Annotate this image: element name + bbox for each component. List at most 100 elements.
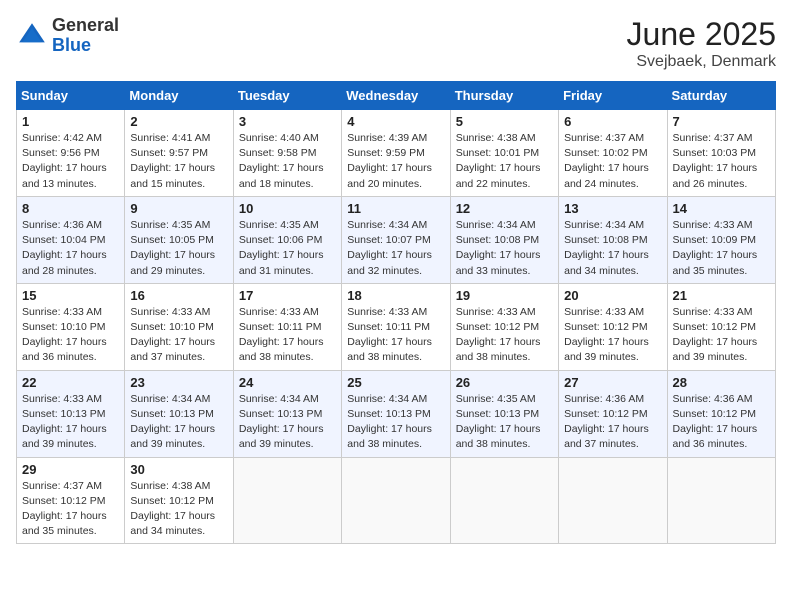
day-cell: 27 Sunrise: 4:36 AM Sunset: 10:12 PM Dayl… bbox=[559, 370, 667, 457]
day-number: 5 bbox=[456, 114, 553, 129]
day-info: Sunrise: 4:33 AM Sunset: 10:10 PM Daylig… bbox=[22, 305, 119, 366]
week-row-1: 1 Sunrise: 4:42 AM Sunset: 9:56 PM Daylig… bbox=[17, 110, 776, 197]
day-info: Sunrise: 4:35 AM Sunset: 10:05 PM Daylig… bbox=[130, 218, 227, 279]
day-info: Sunrise: 4:40 AM Sunset: 9:58 PM Dayligh… bbox=[239, 131, 336, 192]
day-cell: 23Sunrise: 4:34 AM Sunset: 10:13 PM Dayl… bbox=[125, 370, 233, 457]
title-area: June 2025 Svejbaek, Denmark bbox=[627, 16, 776, 71]
day-cell: 9Sunrise: 4:35 AM Sunset: 10:05 PM Dayli… bbox=[125, 196, 233, 283]
day-info: Sunrise: 4:35 AM Sunset: 10:06 PM Daylig… bbox=[239, 218, 336, 279]
day-info: Sunrise: 4:37 AM Sunset: 10:03 PM Daylig… bbox=[673, 131, 770, 192]
day-cell: 18 Sunrise: 4:33 AM Sunset: 10:11 PM Dayl… bbox=[342, 283, 450, 370]
day-info: Sunrise: 4:36 AM Sunset: 10:12 PM Daylig… bbox=[673, 392, 770, 453]
day-number: 6 bbox=[564, 114, 661, 129]
week-row-4: 22 Sunrise: 4:33 AM Sunset: 10:13 PM Dayl… bbox=[17, 370, 776, 457]
day-info: Sunrise: 4:33 AM Sunset: 10:10 PM Daylig… bbox=[130, 305, 227, 366]
day-number: 22 bbox=[22, 375, 119, 390]
day-info: Sunrise: 4:37 AM Sunset: 10:02 PM Daylig… bbox=[564, 131, 661, 192]
day-cell: 25 Sunrise: 4:34 AM Sunset: 10:13 PM Dayl… bbox=[342, 370, 450, 457]
day-info: Sunrise: 4:35 AM Sunset: 10:13 PM Daylig… bbox=[456, 392, 553, 453]
header: General Blue June 2025 Svejbaek, Denmark bbox=[16, 16, 776, 71]
day-info: Sunrise: 4:36 AM Sunset: 10:04 PM Daylig… bbox=[22, 218, 119, 279]
day-number: 2 bbox=[130, 114, 227, 129]
day-number: 29 bbox=[22, 462, 119, 477]
calendar-table: SundayMondayTuesdayWednesdayThursdayFrid… bbox=[16, 81, 776, 544]
day-cell bbox=[559, 457, 667, 544]
day-info: Sunrise: 4:33 AM Sunset: 10:12 PM Daylig… bbox=[673, 305, 770, 366]
day-number: 23 bbox=[130, 375, 227, 390]
logo-blue-text: Blue bbox=[52, 36, 119, 56]
day-cell: 15 Sunrise: 4:33 AM Sunset: 10:10 PM Dayl… bbox=[17, 283, 125, 370]
day-number: 26 bbox=[456, 375, 553, 390]
day-cell: 8 Sunrise: 4:36 AM Sunset: 10:04 PM Dayli… bbox=[17, 196, 125, 283]
day-cell: 11 Sunrise: 4:34 AM Sunset: 10:07 PM Dayl… bbox=[342, 196, 450, 283]
day-cell: 4 Sunrise: 4:39 AM Sunset: 9:59 PM Daylig… bbox=[342, 110, 450, 197]
day-number: 17 bbox=[239, 288, 336, 303]
day-number: 28 bbox=[673, 375, 770, 390]
day-info: Sunrise: 4:38 AM Sunset: 10:01 PM Daylig… bbox=[456, 131, 553, 192]
location-subtitle: Svejbaek, Denmark bbox=[627, 53, 776, 71]
day-number: 14 bbox=[673, 201, 770, 216]
day-info: Sunrise: 4:33 AM Sunset: 10:13 PM Daylig… bbox=[22, 392, 119, 453]
day-cell: 10Sunrise: 4:35 AM Sunset: 10:06 PM Dayl… bbox=[233, 196, 341, 283]
col-header-wednesday: Wednesday bbox=[342, 82, 450, 110]
day-info: Sunrise: 4:34 AM Sunset: 10:07 PM Daylig… bbox=[347, 218, 444, 279]
day-info: Sunrise: 4:34 AM Sunset: 10:13 PM Daylig… bbox=[347, 392, 444, 453]
week-row-3: 15 Sunrise: 4:33 AM Sunset: 10:10 PM Dayl… bbox=[17, 283, 776, 370]
day-cell bbox=[233, 457, 341, 544]
day-number: 11 bbox=[347, 201, 444, 216]
day-cell: 21 Sunrise: 4:33 AM Sunset: 10:12 PM Dayl… bbox=[667, 283, 775, 370]
day-number: 21 bbox=[673, 288, 770, 303]
day-cell: 12Sunrise: 4:34 AM Sunset: 10:08 PM Dayl… bbox=[450, 196, 558, 283]
day-cell: 1 Sunrise: 4:42 AM Sunset: 9:56 PM Daylig… bbox=[17, 110, 125, 197]
day-info: Sunrise: 4:34 AM Sunset: 10:08 PM Daylig… bbox=[564, 218, 661, 279]
day-info: Sunrise: 4:36 AM Sunset: 10:12 PM Daylig… bbox=[564, 392, 661, 453]
day-cell: 24 Sunrise: 4:34 AM Sunset: 10:13 PM Dayl… bbox=[233, 370, 341, 457]
calendar-header-row: SundayMondayTuesdayWednesdayThursdayFrid… bbox=[17, 82, 776, 110]
logo-general-text: General bbox=[52, 16, 119, 36]
day-cell: 7Sunrise: 4:37 AM Sunset: 10:03 PM Dayli… bbox=[667, 110, 775, 197]
day-info: Sunrise: 4:33 AM Sunset: 10:11 PM Daylig… bbox=[347, 305, 444, 366]
col-header-sunday: Sunday bbox=[17, 82, 125, 110]
day-number: 18 bbox=[347, 288, 444, 303]
day-cell bbox=[450, 457, 558, 544]
day-number: 24 bbox=[239, 375, 336, 390]
day-info: Sunrise: 4:34 AM Sunset: 10:13 PM Daylig… bbox=[239, 392, 336, 453]
col-header-thursday: Thursday bbox=[450, 82, 558, 110]
day-cell: 29Sunrise: 4:37 AM Sunset: 10:12 PM Dayl… bbox=[17, 457, 125, 544]
day-number: 12 bbox=[456, 201, 553, 216]
day-cell: 19 Sunrise: 4:33 AM Sunset: 10:12 PM Dayl… bbox=[450, 283, 558, 370]
day-number: 25 bbox=[347, 375, 444, 390]
day-cell bbox=[342, 457, 450, 544]
day-cell: 30Sunrise: 4:38 AM Sunset: 10:12 PM Dayl… bbox=[125, 457, 233, 544]
day-number: 8 bbox=[22, 201, 119, 216]
day-number: 27 bbox=[564, 375, 661, 390]
day-number: 20 bbox=[564, 288, 661, 303]
day-cell: 22 Sunrise: 4:33 AM Sunset: 10:13 PM Dayl… bbox=[17, 370, 125, 457]
week-row-2: 8 Sunrise: 4:36 AM Sunset: 10:04 PM Dayli… bbox=[17, 196, 776, 283]
logo-text: General Blue bbox=[52, 16, 119, 56]
day-cell: 20Sunrise: 4:33 AM Sunset: 10:12 PM Dayl… bbox=[559, 283, 667, 370]
day-cell: 28 Sunrise: 4:36 AM Sunset: 10:12 PM Dayl… bbox=[667, 370, 775, 457]
day-info: Sunrise: 4:33 AM Sunset: 10:12 PM Daylig… bbox=[456, 305, 553, 366]
week-row-5: 29Sunrise: 4:37 AM Sunset: 10:12 PM Dayl… bbox=[17, 457, 776, 544]
day-cell: 2Sunrise: 4:41 AM Sunset: 9:57 PM Daylig… bbox=[125, 110, 233, 197]
month-title: June 2025 bbox=[627, 16, 776, 53]
day-number: 16 bbox=[130, 288, 227, 303]
day-number: 1 bbox=[22, 114, 119, 129]
day-info: Sunrise: 4:33 AM Sunset: 10:09 PM Daylig… bbox=[673, 218, 770, 279]
day-number: 13 bbox=[564, 201, 661, 216]
day-info: Sunrise: 4:33 AM Sunset: 10:11 PM Daylig… bbox=[239, 305, 336, 366]
day-info: Sunrise: 4:39 AM Sunset: 9:59 PM Dayligh… bbox=[347, 131, 444, 192]
day-number: 15 bbox=[22, 288, 119, 303]
day-cell: 17 Sunrise: 4:33 AM Sunset: 10:11 PM Dayl… bbox=[233, 283, 341, 370]
logo-icon bbox=[16, 20, 48, 52]
day-cell: 16 Sunrise: 4:33 AM Sunset: 10:10 PM Dayl… bbox=[125, 283, 233, 370]
day-cell: 14 Sunrise: 4:33 AM Sunset: 10:09 PM Dayl… bbox=[667, 196, 775, 283]
day-info: Sunrise: 4:42 AM Sunset: 9:56 PM Dayligh… bbox=[22, 131, 119, 192]
day-cell bbox=[667, 457, 775, 544]
day-number: 19 bbox=[456, 288, 553, 303]
day-info: Sunrise: 4:38 AM Sunset: 10:12 PM Daylig… bbox=[130, 479, 227, 540]
col-header-monday: Monday bbox=[125, 82, 233, 110]
day-number: 3 bbox=[239, 114, 336, 129]
day-number: 4 bbox=[347, 114, 444, 129]
